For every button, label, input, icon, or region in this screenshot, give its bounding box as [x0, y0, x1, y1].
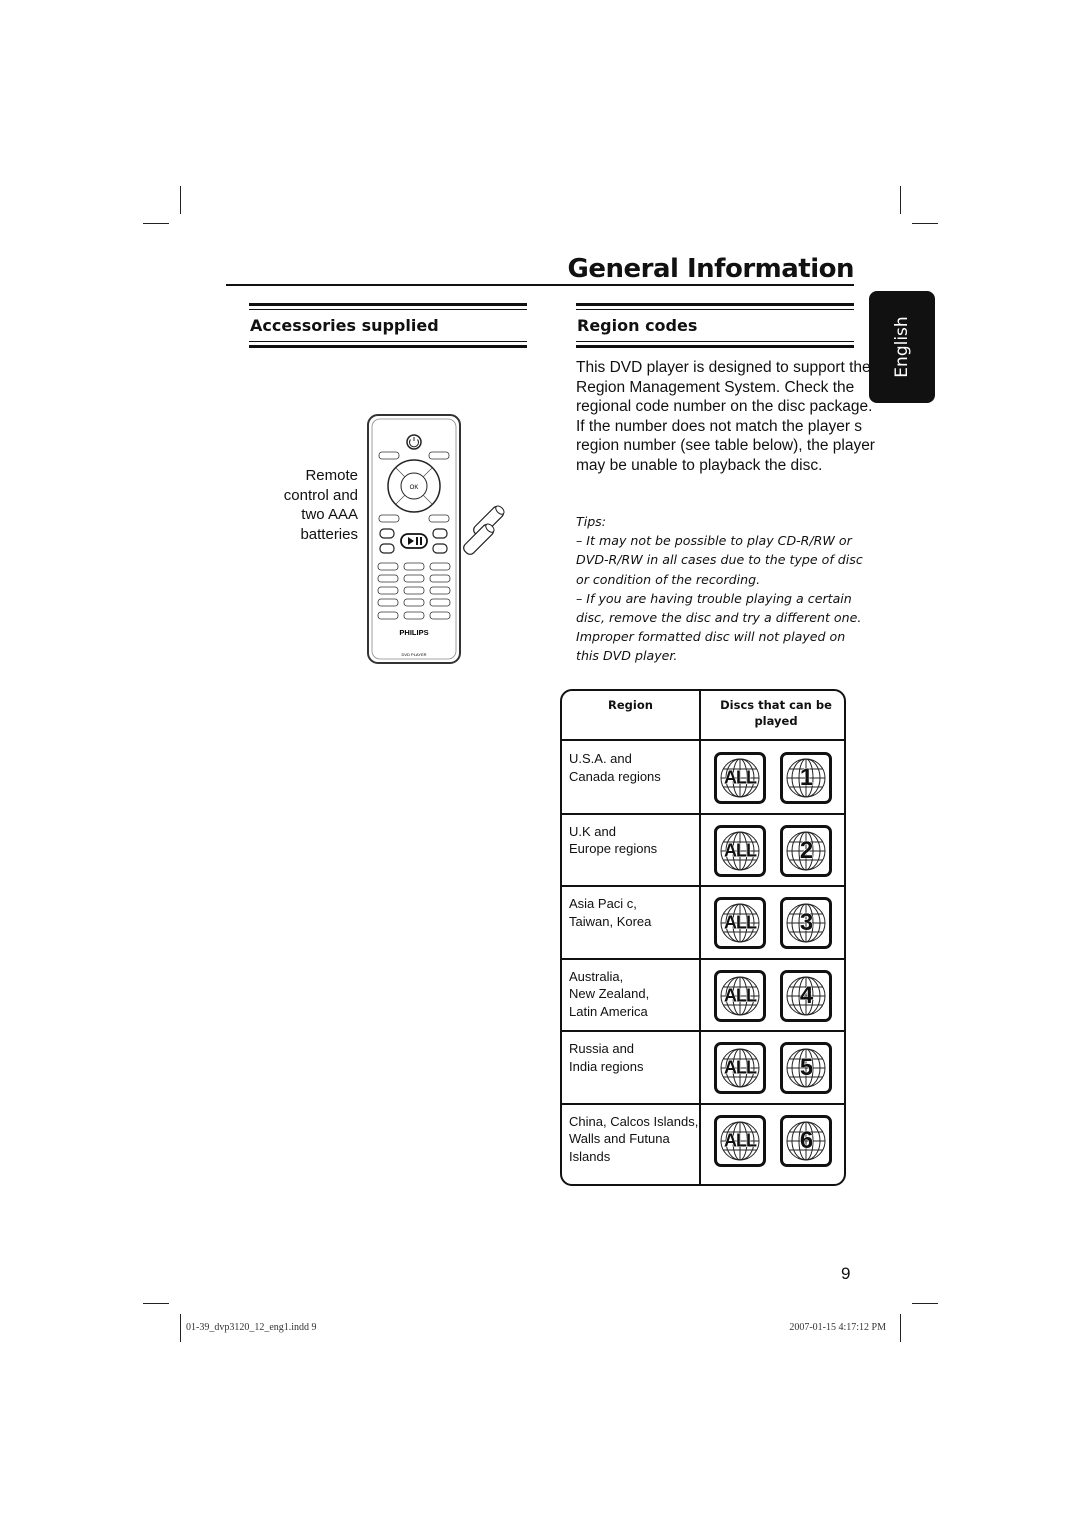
region-number-badge: 5 [780, 1042, 832, 1094]
section-rule [576, 345, 854, 348]
region-name: U.S.A. and Canada regions [569, 751, 661, 784]
region-number-badge: 6 [780, 1114, 832, 1167]
accessories-title: Accessories supplied [250, 316, 439, 335]
page-number: 9 [841, 1264, 851, 1283]
region-code-label: ALL [724, 912, 758, 933]
section-rule [576, 303, 854, 306]
region-all-badge: ALL [714, 1114, 766, 1167]
region-codes-title: Region codes [577, 316, 698, 335]
region-all-badge: ALL [714, 897, 766, 949]
crop-mark [912, 1303, 938, 1304]
region-code-label: ALL [724, 767, 758, 788]
region-code-label: 5 [799, 1054, 813, 1082]
crop-mark [900, 186, 901, 214]
crop-mark [143, 1303, 169, 1304]
table-row: Russia and India regions ALL 5 [562, 1031, 844, 1104]
region-name: Russia and India regions [569, 1041, 644, 1074]
region-name: Australia, New Zealand, Latin America [569, 968, 650, 1019]
table-row: U.K and Europe regions ALL 2 [562, 814, 844, 887]
region-code-label: 2 [799, 836, 813, 864]
svg-text:OK: OK [410, 485, 419, 491]
accessories-caption: Remote control and two AAA batteries [283, 467, 358, 543]
region-code-label: 4 [799, 981, 813, 1009]
table-row: Asia Paci c, Taiwan, Korea ALL 3 [562, 886, 844, 959]
crop-mark [143, 223, 169, 224]
title-rule [226, 284, 854, 286]
aaa-batteries-illustration [463, 505, 505, 555]
tip-item: – If you are having trouble playing a ce… [576, 590, 862, 664]
region-number-badge: 2 [780, 824, 832, 877]
crop-mark [900, 1314, 901, 1342]
table-row: China, Calcos Islands, Walls and Futuna Is… [562, 1104, 844, 1177]
region-number-badge: 3 [780, 897, 832, 949]
region-code-label: ALL [724, 1057, 758, 1078]
page-title: General Information [567, 254, 855, 284]
crop-mark [180, 1314, 181, 1342]
tip-item: – It may not be possible to play CD-R/RW… [576, 533, 863, 587]
table-row: U.S.A. and Canada regions ALL 1 [562, 741, 844, 814]
region-code-label: ALL [724, 840, 758, 861]
region-name: Asia Paci c, Taiwan, Korea [569, 896, 652, 929]
header-discs: Discs that can be played [720, 698, 832, 728]
tips-box: Tips: – It may not be possible to play C… [576, 512, 866, 666]
crop-mark [180, 186, 181, 214]
region-code-label: ALL [724, 985, 758, 1006]
section-rule [576, 309, 854, 310]
region-all-badge: ALL [714, 1042, 766, 1094]
region-number-badge: 1 [780, 752, 832, 804]
region-code-label: 6 [799, 1126, 813, 1154]
region-table: Region Discs that can be played U.S.A. a… [560, 689, 846, 1186]
remote-control-illustration: OK PHILIPS DVD PLAYER [367, 414, 461, 664]
footer-file-name: 01-39_dvp3120_12_eng1.indd 9 [186, 1322, 317, 1333]
svg-text:DVD PLAYER: DVD PLAYER [401, 652, 426, 657]
section-rule [249, 303, 527, 306]
region-code-label: 1 [799, 764, 813, 792]
crop-mark [912, 223, 938, 224]
table-row: Australia, New Zealand, Latin America ALL 4 [562, 959, 844, 1032]
region-name: U.K and Europe regions [569, 823, 658, 857]
header-region: Region [608, 698, 653, 712]
region-number-badge: 4 [780, 969, 832, 1022]
tips-heading: Tips: [576, 514, 606, 529]
section-rule [249, 341, 527, 342]
section-rule [249, 345, 527, 348]
region-code-label: 3 [799, 909, 813, 937]
region-all-badge: ALL [714, 969, 766, 1022]
region-all-badge: ALL [714, 752, 766, 804]
region-codes-description: This DVD player is designed to support t… [576, 359, 875, 474]
footer-timestamp: 2007-01-15 4:17:12 PM [789, 1322, 886, 1333]
region-all-badge: ALL [714, 824, 766, 877]
region-name: China, Calcos Islands, Walls and Futuna Is… [569, 1113, 699, 1164]
language-label: English [892, 316, 912, 378]
svg-text:PHILIPS: PHILIPS [399, 628, 428, 637]
section-rule [249, 309, 527, 310]
language-tab: English [869, 291, 935, 403]
section-rule [576, 341, 854, 342]
region-code-label: ALL [724, 1130, 758, 1151]
